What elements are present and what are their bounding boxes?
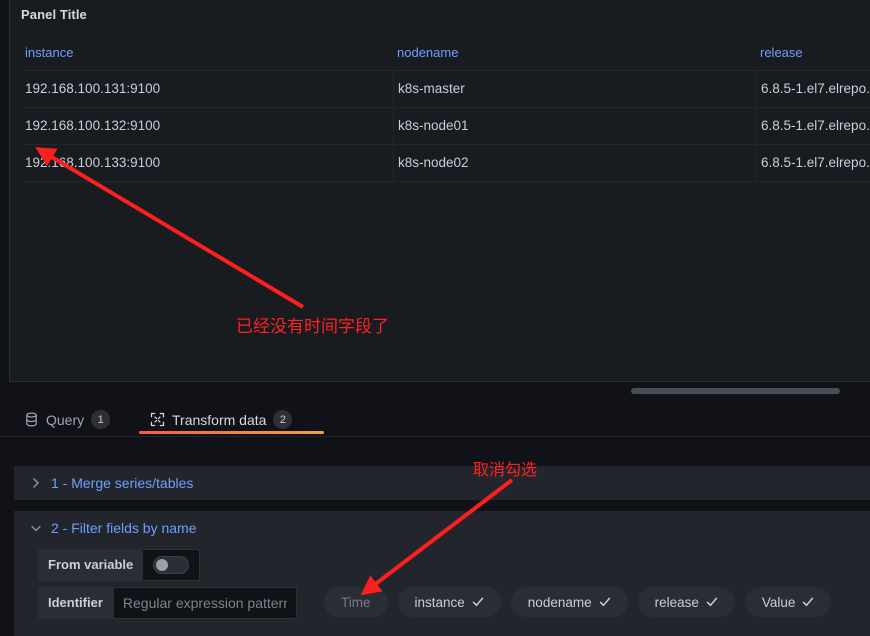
data-table: instance nodename release 192.168.100.13… — [21, 34, 870, 182]
annotation-note-pills: 取消勾选 — [473, 460, 538, 479]
chevron-right-icon — [33, 478, 39, 488]
from-variable-field: From variable — [38, 549, 201, 581]
cell-instance: 192.168.100.131:9100 — [25, 81, 161, 96]
table-bottom-border — [21, 181, 870, 182]
column-header-nodename[interactable]: nodename — [393, 45, 756, 60]
cell-nodename: k8s-node01 — [393, 108, 756, 144]
transform-row-title: 2 - Filter fields by name — [51, 520, 197, 536]
column-header-release[interactable]: release — [756, 45, 870, 60]
toggle-track — [153, 556, 190, 574]
cell-instance: 192.168.100.133:9100 — [25, 155, 161, 170]
field-pill-value[interactable]: Value — [744, 587, 832, 617]
field-pill-instance[interactable]: instance — [397, 587, 501, 617]
field-name-pill-list: Time instance nodename release Value — [324, 587, 832, 617]
annotation-note-table: 已经没有时间字段了 — [236, 317, 389, 337]
cell-release: 6.8.5-1.el7.elrepo. — [756, 108, 870, 144]
visualization-panel: Panel Title instance nodename release 19… — [9, 0, 870, 382]
tab-query-label: Query — [46, 411, 85, 428]
column-header-instance[interactable]: instance — [21, 45, 393, 60]
transform-row-merge-series[interactable]: 1 - Merge series/tables — [14, 466, 870, 500]
field-pill-release[interactable]: release — [637, 587, 735, 617]
toggle-knob — [156, 559, 169, 571]
editor-tab-bar: Query 1 Transform data 2 — [0, 403, 870, 437]
tab-query-badge: 1 — [91, 410, 111, 429]
transform-row-title: 1 - Merge series/tables — [51, 475, 194, 491]
field-pill-label: nodename — [527, 594, 592, 610]
check-icon — [706, 597, 718, 607]
tab-transform-badge: 2 — [273, 410, 293, 429]
field-pill-label: release — [654, 594, 699, 610]
check-icon — [599, 597, 610, 607]
database-icon — [26, 412, 37, 427]
tab-query[interactable]: Query 1 — [24, 403, 111, 436]
identifier-label: Identifier — [38, 587, 113, 619]
cell-release: 6.8.5-1.el7.elrepo. — [756, 145, 870, 181]
identifier-field: Identifier — [38, 587, 297, 619]
check-icon — [803, 597, 814, 607]
tab-transform-label: Transform data — [172, 411, 267, 428]
table-row: 192.168.100.131:9100 k8s-master 6.8.5-1.… — [21, 70, 870, 107]
cell-release: 6.8.5-1.el7.elrepo. — [756, 71, 870, 107]
field-pill-time[interactable]: Time — [324, 587, 388, 617]
transform-icon — [150, 412, 165, 427]
field-pill-label: Value — [761, 594, 796, 610]
table-row: 192.168.100.132:9100 k8s-node01 6.8.5-1.… — [21, 107, 870, 144]
identifier-input[interactable] — [112, 587, 297, 619]
horizontal-scrollbar[interactable] — [631, 388, 840, 394]
from-variable-label: From variable — [38, 549, 144, 581]
check-icon — [472, 597, 484, 607]
page-title: Panel Title — [21, 7, 87, 22]
grafana-panel-editor: Panel Title instance nodename release 19… — [0, 0, 870, 636]
field-pill-label: instance — [414, 594, 465, 610]
field-pill-nodename[interactable]: nodename — [510, 587, 628, 617]
cell-nodename: k8s-master — [393, 71, 756, 107]
from-variable-toggle[interactable] — [143, 549, 201, 581]
chevron-down-icon — [31, 525, 41, 532]
table-header-row: instance nodename release — [21, 34, 870, 70]
cell-nodename: k8s-node02 — [393, 145, 756, 181]
field-pill-label: Time — [341, 594, 371, 610]
active-tab-indicator — [139, 431, 324, 434]
transform-row-filter-fields[interactable]: 2 - Filter fields by name — [14, 511, 870, 545]
cell-instance: 192.168.100.132:9100 — [25, 118, 161, 133]
table-row: 192.168.100.133:9100 k8s-node02 6.8.5-1.… — [21, 144, 870, 181]
